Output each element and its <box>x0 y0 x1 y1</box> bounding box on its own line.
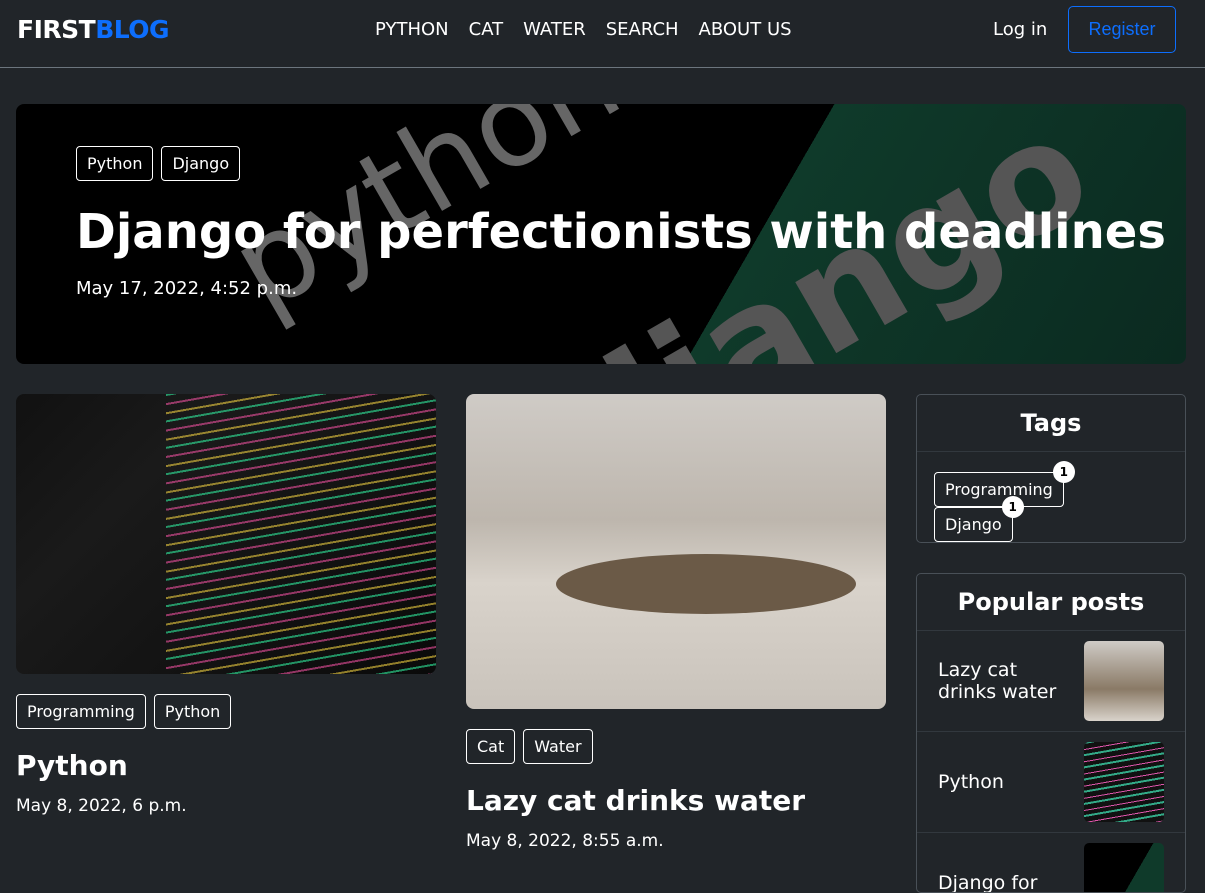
navbar: FIRSTBLOG PYTHON CAT WATER SEARCH ABOUT … <box>0 0 1205 68</box>
nav-link-about[interactable]: ABOUT US <box>699 19 792 40</box>
nav-link-water[interactable]: WATER <box>523 19 586 40</box>
tag-django[interactable]: Django <box>161 146 241 181</box>
popular-post-item[interactable]: Django for <box>917 833 1185 893</box>
popular-post-title: Django for <box>938 872 1038 893</box>
tag-python[interactable]: Python <box>153 694 232 729</box>
popular-title: Popular posts <box>917 574 1185 631</box>
post-date: May 8, 2022, 8:55 a.m. <box>466 831 664 851</box>
brand-second: BLOG <box>95 15 170 44</box>
nav-link-cat[interactable]: CAT <box>469 19 503 40</box>
hero-date: May 17, 2022, 4:52 p.m. <box>76 278 298 299</box>
post-card: Programming Python Python May 8, 2022, 6 … <box>16 394 436 816</box>
post-title[interactable]: Python <box>16 749 436 782</box>
post-date: May 8, 2022, 6 p.m. <box>16 796 187 816</box>
brand-first: FIRST <box>17 15 96 44</box>
sidebar-tag-programming[interactable]: Programming 1 <box>934 461 1075 507</box>
tag-count-badge: 1 <box>1052 461 1075 483</box>
post-title[interactable]: Lazy cat drinks water <box>466 784 886 817</box>
tag-label: Django <box>945 515 1002 534</box>
tags-title: Tags <box>917 395 1185 452</box>
post-card: Cat Water Lazy cat drinks water May 8, 20… <box>466 394 886 851</box>
sidebar-tag-django[interactable]: Django 1 <box>934 496 1024 542</box>
popular-post-thumbnail <box>1084 843 1164 892</box>
post-image-cat[interactable] <box>466 394 886 709</box>
popular-post-item[interactable]: Lazy cat drinks water <box>917 631 1185 732</box>
featured-post[interactable]: python django Python Django Django for pe… <box>16 104 1186 364</box>
popular-post-item[interactable]: Python <box>917 732 1185 833</box>
popular-post-title: Python <box>938 771 1004 793</box>
nav-links: PYTHON CAT WATER SEARCH ABOUT US <box>375 19 792 40</box>
brand-logo[interactable]: FIRSTBLOG <box>17 15 170 44</box>
popular-post-thumbnail <box>1084 641 1164 721</box>
tag-cat[interactable]: Cat <box>466 729 516 764</box>
tag-programming[interactable]: Programming <box>16 694 146 729</box>
tag-label: Programming <box>945 480 1053 499</box>
tag-count-badge: 1 <box>1001 496 1024 518</box>
register-button[interactable]: Register <box>1068 6 1176 53</box>
nav-link-python[interactable]: PYTHON <box>375 19 449 40</box>
tags-widget: Tags Programming 1 Django 1 <box>916 394 1186 543</box>
tag-water[interactable]: Water <box>523 729 593 764</box>
popular-posts-widget: Popular posts Lazy cat drinks water Pyth… <box>916 573 1186 893</box>
hero-title[interactable]: Django for perfectionists with deadlines <box>76 204 1166 260</box>
login-link[interactable]: Log in <box>993 19 1047 40</box>
tag-python[interactable]: Python <box>76 146 154 181</box>
popular-post-title: Lazy cat drinks water <box>938 659 1057 703</box>
nav-link-search[interactable]: SEARCH <box>606 19 679 40</box>
post-image-code[interactable] <box>16 394 436 674</box>
popular-post-thumbnail <box>1084 742 1164 822</box>
